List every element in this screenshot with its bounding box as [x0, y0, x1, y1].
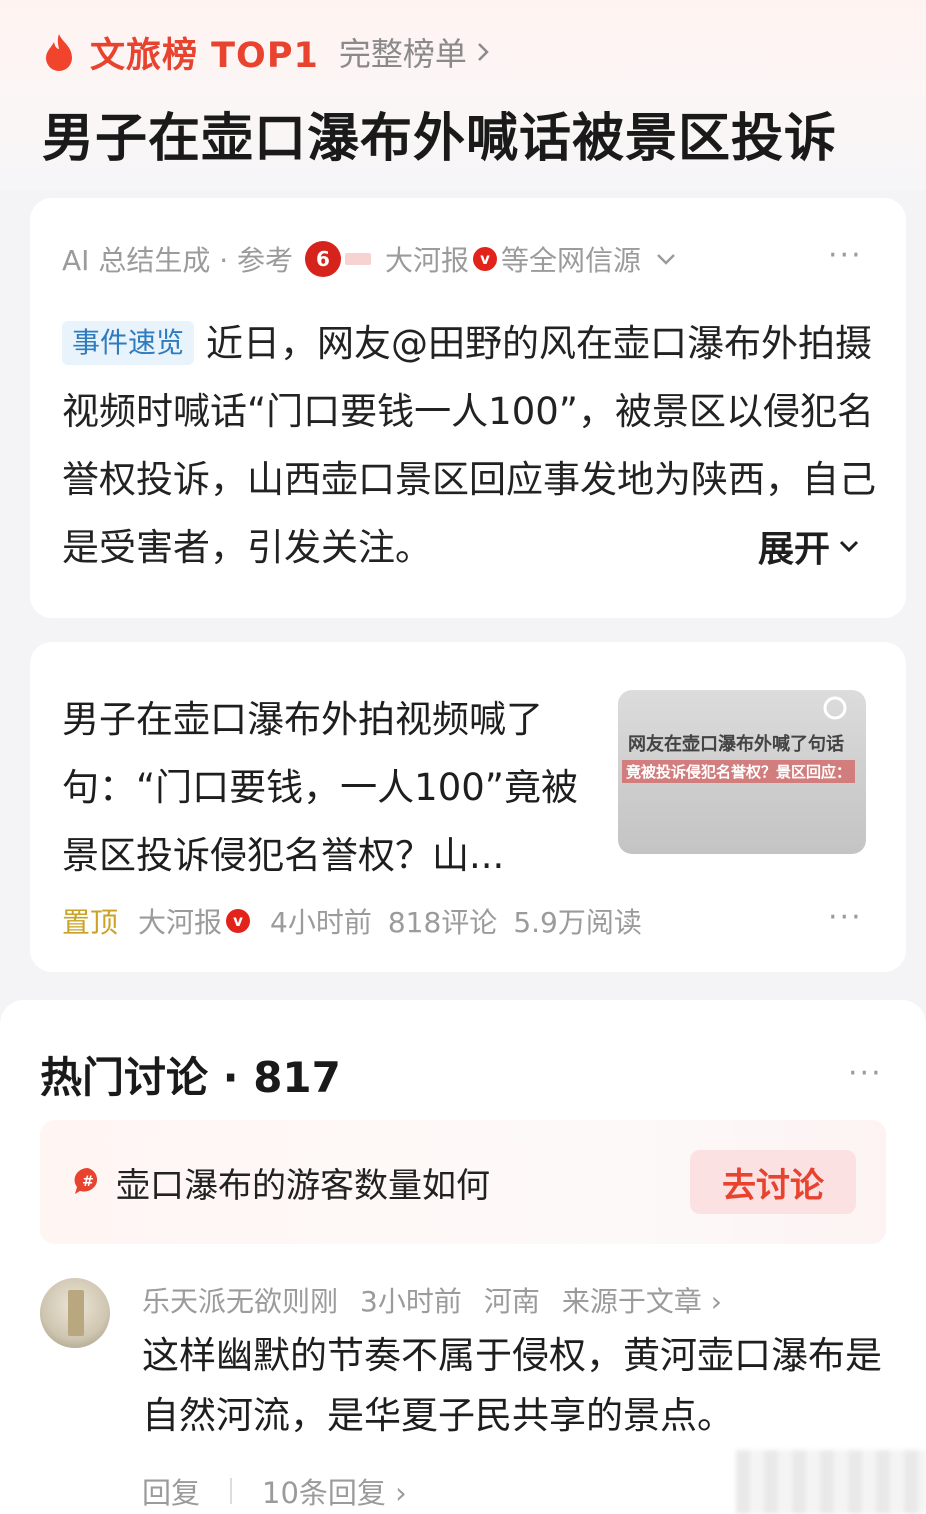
- ai-meta-prefix: AI 总结生成 · 参考: [62, 244, 294, 277]
- pinned-badge: 置顶: [62, 906, 119, 939]
- header-area: 文旅榜 TOP1 完整榜单 男子在壶口瀑布外喊话被景区投诉: [0, 0, 926, 190]
- thumbnail-subline: 竟被投诉侵犯名誉权？景区回应：: [622, 760, 856, 783]
- news-reads: 5.9万阅读: [513, 906, 642, 939]
- comment-actions: 回复 10条回复 ›: [142, 1470, 407, 1512]
- news-title[interactable]: 男子在壶口瀑布外拍视频喊了句：“门口要钱，一人100”竟被景区投诉侵犯名誉权？山…: [62, 686, 592, 890]
- rank-row[interactable]: 文旅榜 TOP1 完整榜单: [42, 28, 491, 76]
- verified-icon: v: [226, 909, 251, 933]
- discussion-topic[interactable]: # 壶口瀑布的游客数量如何 去讨论: [40, 1120, 886, 1244]
- verified-icon: v: [473, 247, 498, 271]
- hot-discussion-section: 热门讨论 · 817 ··· # 壶口瀑布的游客数量如何 去讨论 乐天派无欲则刚…: [0, 1000, 926, 1514]
- news-source[interactable]: 大河报: [138, 901, 222, 941]
- chat-hash-icon: #: [74, 1167, 98, 1194]
- news-thumbnail[interactable]: 网友在壶口瀑布外喊了句话 竟被投诉侵犯名誉权？景区回应：: [618, 690, 866, 854]
- chevron-down-icon: [657, 254, 675, 265]
- ai-summary-card: AI 总结生成 · 参考 6 大河报 v 等全网信源 ··· 事件速览 近日，网友…: [30, 198, 906, 618]
- chevron-right-icon: [477, 43, 489, 61]
- reply-button[interactable]: 回复: [142, 1470, 200, 1512]
- avatar[interactable]: [40, 1278, 110, 1348]
- comment-time: 3小时前: [360, 1285, 462, 1318]
- reply-count-link[interactable]: 10条回复 ›: [262, 1470, 407, 1512]
- ai-source-name: 大河报: [385, 244, 470, 277]
- ai-summary-meta[interactable]: AI 总结生成 · 参考 6 大河报 v 等全网信源: [62, 238, 677, 280]
- more-dots-icon[interactable]: ···: [828, 238, 863, 273]
- topic-text: 壶口瀑布的游客数量如何: [116, 1166, 490, 1206]
- topic-hash-mark: #: [82, 1174, 94, 1190]
- news-comments: 818评论: [387, 906, 498, 939]
- divider: [230, 1478, 233, 1504]
- news-time: 4小时前: [270, 906, 372, 939]
- go-discuss-button[interactable]: 去讨论: [690, 1150, 856, 1214]
- expand-label: 展开: [757, 529, 830, 570]
- full-list-link[interactable]: 完整榜单: [339, 29, 467, 75]
- comment-location: 河南: [483, 1285, 540, 1318]
- rank-label: 文旅榜 TOP1: [90, 35, 319, 76]
- hot-discussion-title: 热门讨论 · 817: [40, 1053, 341, 1102]
- chevron-down-icon: [839, 540, 859, 553]
- svg-text:6: 6: [316, 247, 330, 271]
- flame-icon: [46, 34, 72, 71]
- dahebao-logo-icon: [823, 696, 847, 720]
- comment-meta: 乐天派无欲则刚 3小时前 河南 来源于文章 ›: [142, 1280, 722, 1320]
- thumbnail-headline: 网友在壶口瀑布外喊了句话: [628, 734, 844, 755]
- ai-source-suffix: 等全网信源: [501, 244, 642, 277]
- event-tag: 事件速览: [62, 321, 195, 365]
- news-meta: 置顶 大河报 v 4小时前 818评论 5.9万阅读: [62, 900, 642, 942]
- comment-user[interactable]: 乐天派无欲则刚: [142, 1280, 338, 1320]
- news-card[interactable]: 男子在壶口瀑布外拍视频喊了句：“门口要钱，一人100”竟被景区投诉侵犯名誉权？山…: [30, 642, 906, 972]
- dahebao-logo-icon: 6: [305, 241, 372, 277]
- blur-overlay: [736, 1450, 926, 1514]
- expand-button[interactable]: 展开: [758, 520, 860, 572]
- comment-text: 这样幽默的节奏不属于侵权，黄河壶口瀑布是自然河流，是华夏子民共享的景点。: [142, 1334, 882, 1437]
- comment-source-link[interactable]: 来源于文章 ›: [562, 1280, 722, 1320]
- page-title: 男子在壶口瀑布外喊话被景区投诉: [42, 109, 838, 169]
- more-dots-icon[interactable]: ···: [848, 1056, 883, 1091]
- more-dots-icon[interactable]: ···: [828, 900, 863, 935]
